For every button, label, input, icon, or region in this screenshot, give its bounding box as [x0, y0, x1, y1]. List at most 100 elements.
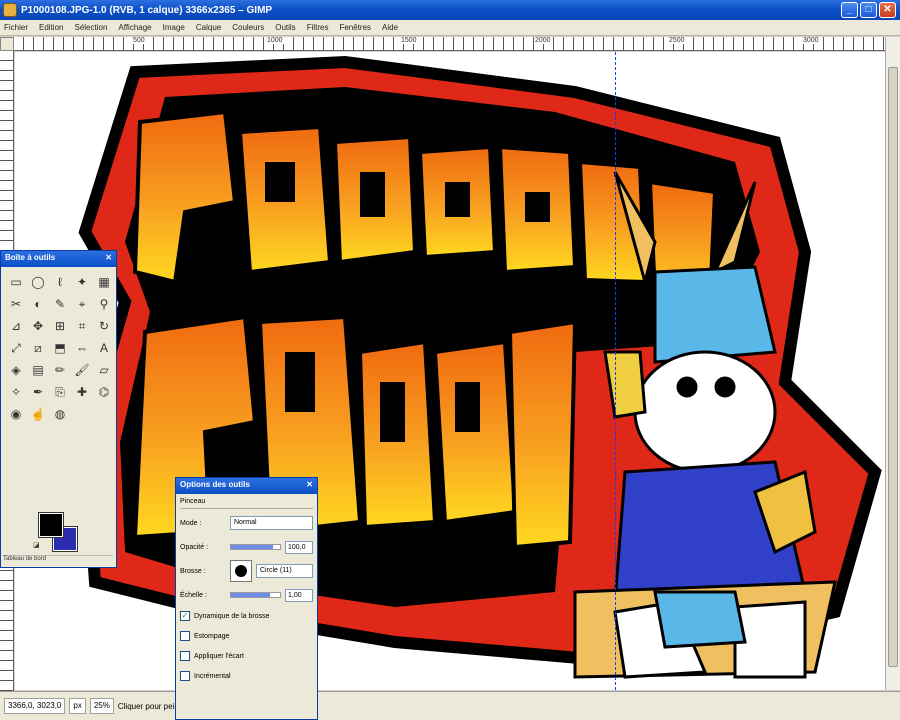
- menu-filtres[interactable]: Filtres: [307, 23, 329, 32]
- option-jitter[interactable]: Appliquer l'écart: [180, 651, 313, 661]
- ruler-tick: 2000: [534, 37, 552, 44]
- vertical-scrollbar[interactable]: [885, 37, 900, 690]
- option-brush-dynamics[interactable]: ✓ Dynamique de la brosse: [180, 611, 313, 621]
- checkbox[interactable]: ✓: [180, 611, 190, 621]
- rect-select-icon[interactable]: ▭: [7, 273, 25, 291]
- move-icon[interactable]: ✥: [29, 317, 47, 335]
- menu-aide[interactable]: Aide: [382, 23, 398, 32]
- tool-options-window: Options des outils ✕ Pinceau Mode : Norm…: [175, 477, 318, 720]
- opacity-spinner[interactable]: 100,0: [285, 540, 313, 554]
- heal-icon[interactable]: ✚: [73, 383, 91, 401]
- text-icon[interactable]: A: [95, 339, 113, 357]
- unit-select[interactable]: px: [69, 698, 86, 714]
- color-picker-icon[interactable]: ⌖: [73, 295, 91, 313]
- paths-icon[interactable]: ✎: [51, 295, 69, 313]
- foreground-select-icon[interactable]: ◐: [29, 295, 47, 313]
- circle-brush-icon: [235, 565, 247, 577]
- checkbox[interactable]: [180, 651, 190, 661]
- menu-image[interactable]: Image: [163, 23, 185, 32]
- rotate-icon[interactable]: ↻: [95, 317, 113, 335]
- crop-icon[interactable]: ⌗: [73, 317, 91, 335]
- clone-icon[interactable]: ⎘: [51, 383, 69, 401]
- close-icon[interactable]: ✕: [105, 253, 112, 265]
- gimp-app-icon: [3, 3, 17, 17]
- zoom-icon[interactable]: ⚲: [95, 295, 113, 313]
- perspective-icon[interactable]: ⬒: [51, 339, 69, 357]
- ruler-tick: 2500: [668, 37, 686, 44]
- scale-slider[interactable]: [230, 592, 281, 598]
- lasso-icon[interactable]: ℓ: [51, 273, 69, 291]
- image-canvas[interactable]: [15, 52, 885, 690]
- close-button[interactable]: ✕: [879, 2, 896, 18]
- zoom-select[interactable]: 25%: [89, 698, 114, 714]
- pencil-icon[interactable]: ✏: [51, 361, 69, 379]
- measure-icon[interactable]: ⊿: [7, 317, 25, 335]
- menu-affichage[interactable]: Affichage: [118, 23, 151, 32]
- airbrush-icon[interactable]: ✧: [7, 383, 25, 401]
- align-icon[interactable]: ⊞: [51, 317, 69, 335]
- foreground-color-swatch[interactable]: [38, 512, 64, 538]
- scale-spinner[interactable]: 1,00: [285, 588, 313, 602]
- flip-icon[interactable]: ⇔: [73, 339, 91, 357]
- minimize-button[interactable]: _: [841, 2, 858, 18]
- color-select-icon[interactable]: ▦: [95, 273, 113, 291]
- smudge-icon[interactable]: ☝: [29, 405, 47, 423]
- gimp-window: P1000108.JPG-1.0 (RVB, 1 calque) 3366x23…: [0, 0, 900, 720]
- bucket-fill-icon[interactable]: ◈: [7, 361, 25, 379]
- menu-edition[interactable]: Edition: [39, 23, 63, 32]
- scale-slider-fill: [231, 593, 271, 597]
- ruler-tick: 3000: [802, 37, 820, 44]
- checkbox[interactable]: [180, 671, 190, 681]
- tool-grid: ▭ ◯ ℓ ✦ ▦ ✂ ◐ ✎ ⌖ ⚲ ⊿ ✥ ⊞ ⌗ ↻ ⤢ ⧄ ⬒ ⇔ A ◈ ▤ ✏ 🖌 ▱ ✧ ✒ ⎘ ✚ ⌬ ◉ ☝ ◍: [1, 267, 116, 429]
- guide-line: [615, 52, 616, 690]
- checkbox-label: Dynamique de la brosse: [194, 612, 270, 620]
- ruler-corner[interactable]: [0, 37, 14, 51]
- option-incremental[interactable]: Incrémental: [180, 671, 313, 681]
- pointer-coordinates: 3366,0, 3023,0: [4, 698, 66, 714]
- ruler-tick: 500: [132, 37, 146, 44]
- toolbox-title: Boîte à outils: [5, 253, 56, 262]
- option-fade[interactable]: Estompage: [180, 631, 313, 641]
- scale-icon[interactable]: ⤢: [7, 339, 25, 357]
- maximize-button[interactable]: □: [860, 2, 877, 18]
- scissors-icon[interactable]: ✂: [7, 295, 25, 313]
- brush-preview[interactable]: [230, 560, 252, 582]
- menu-fichier[interactable]: Fichier: [4, 23, 28, 32]
- menu-selection[interactable]: Sélection: [74, 23, 107, 32]
- blend-icon[interactable]: ▤: [29, 361, 47, 379]
- menu-fenetres[interactable]: Fenêtres: [339, 23, 371, 32]
- scale-label: Échelle :: [180, 591, 207, 599]
- ink-icon[interactable]: ✒: [29, 383, 47, 401]
- paintbrush-icon[interactable]: 🖌: [73, 361, 91, 379]
- title-bar[interactable]: P1000108.JPG-1.0 (RVB, 1 calque) 3366x23…: [0, 0, 900, 20]
- fuzzy-select-icon[interactable]: ✦: [73, 273, 91, 291]
- tool-options-title-bar[interactable]: Options des outils ✕: [176, 478, 317, 494]
- color-area: ◪: [33, 512, 79, 553]
- perspective-clone-icon[interactable]: ⌬: [95, 383, 113, 401]
- opacity-slider-fill: [231, 545, 273, 549]
- graffiti-artwork: [78, 55, 882, 679]
- ellipse-select-icon[interactable]: ◯: [29, 273, 47, 291]
- menu-couleurs[interactable]: Couleurs: [232, 23, 264, 32]
- reset-colors-icon[interactable]: ◪: [33, 541, 40, 549]
- checkbox-label: Incrémental: [194, 672, 231, 680]
- mode-label: Mode :: [180, 519, 202, 527]
- menu-calque[interactable]: Calque: [196, 23, 221, 32]
- opacity-slider[interactable]: [230, 544, 281, 550]
- menu-outils[interactable]: Outils: [275, 23, 295, 32]
- mode-select[interactable]: Normal: [230, 516, 313, 530]
- scrollbar-thumb[interactable]: [888, 67, 898, 667]
- shear-icon[interactable]: ⧄: [29, 339, 47, 357]
- checkbox[interactable]: [180, 631, 190, 641]
- horizontal-ruler[interactable]: 500 1000 1500 2000 2500 3000: [14, 37, 885, 51]
- close-icon[interactable]: ✕: [306, 480, 313, 492]
- blur-icon[interactable]: ◉: [7, 405, 25, 423]
- status-bar: 3366,0, 3023,0 px 25% Cliquer pour peind…: [0, 691, 900, 720]
- opacity-label: Opacité :: [180, 543, 209, 551]
- brush-label: Brosse :: [180, 567, 206, 575]
- eraser-icon[interactable]: ▱: [95, 361, 113, 379]
- ruler-tick: 1500: [400, 37, 418, 44]
- ruler-tick: 1000: [266, 37, 284, 44]
- toolbox-title-bar[interactable]: Boîte à outils ✕: [1, 251, 116, 267]
- dodge-burn-icon[interactable]: ◍: [51, 405, 69, 423]
